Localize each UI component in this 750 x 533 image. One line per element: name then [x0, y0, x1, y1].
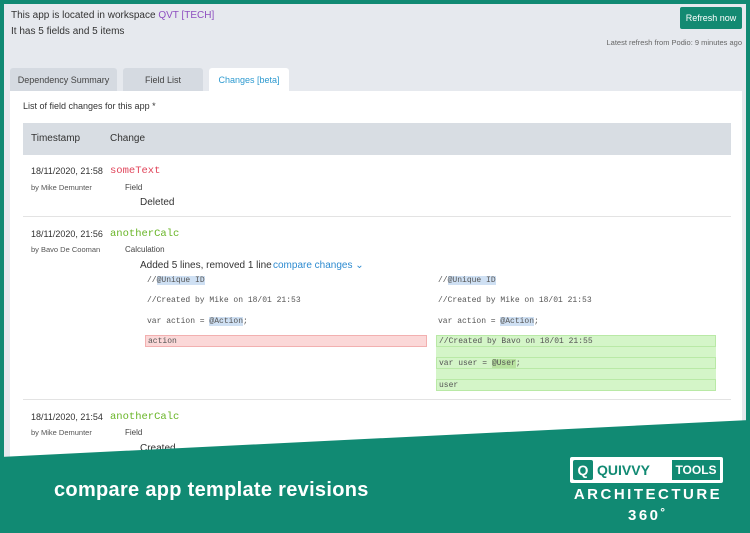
- code-text: var action =: [438, 317, 501, 326]
- added-line: user: [436, 379, 716, 391]
- table-row: 18/11/2020, 21:56 by Bavo De Cooman anot…: [23, 217, 731, 400]
- diff-right-pane: //@Unique ID //Created by Mike on 18/01 …: [436, 273, 718, 397]
- field-type: Calculation: [125, 245, 165, 254]
- compare-changes-link[interactable]: compare changes ⌄: [273, 260, 364, 271]
- row-timestamp: 18/11/2020, 21:56: [31, 229, 103, 239]
- compare-changes-label: compare changes: [273, 260, 353, 271]
- banner-caption: compare app template revisions: [54, 479, 369, 501]
- table-row: 18/11/2020, 21:58 by Mike Demunter someT…: [23, 155, 731, 217]
- workspace-info: This app is located in workspace QVT [TE…: [11, 10, 214, 21]
- code-text: var user =: [439, 359, 492, 368]
- column-header-timestamp: Timestamp: [31, 133, 81, 144]
- logo-tools: TOOLS: [672, 460, 720, 480]
- tab-field-list[interactable]: Field List: [123, 68, 203, 92]
- table-header: Timestamp Change: [23, 123, 731, 155]
- code-line: var action = @Action;: [436, 316, 539, 328]
- top-bar: This app is located in workspace QVT [TE…: [4, 4, 746, 66]
- code-line: //@Unique ID: [436, 275, 496, 287]
- code-token: @User: [491, 359, 516, 368]
- change-action: Created: [140, 443, 176, 454]
- changes-panel: List of field changes for this app * Tim…: [10, 91, 742, 474]
- code-line: //Created by Mike on 18/01 21:53: [438, 296, 592, 305]
- field-type: Field: [125, 428, 143, 437]
- diff-left-pane: //@Unique ID //Created by Mike on 18/01 …: [145, 273, 427, 393]
- added-line: //Created by Bavo on 18/01 21:55: [436, 335, 716, 347]
- row-author: by Mike Demunter: [31, 183, 92, 192]
- row-author: by Bavo De Cooman: [31, 245, 101, 254]
- app-frame: This app is located in workspace QVT [TE…: [4, 4, 746, 474]
- degrees-label: 360˚: [627, 507, 669, 524]
- added-line: var user = @User;: [436, 357, 716, 369]
- tab-changes[interactable]: Changes [beta]: [209, 68, 289, 92]
- code-text: ;: [243, 317, 248, 326]
- workspace-link[interactable]: QVT [TECH]: [158, 10, 214, 21]
- quivvy-logo: Q QUIVVY TOOLS: [570, 457, 723, 483]
- workspace-info-prefix: This app is located in workspace: [11, 10, 156, 21]
- code-text: //: [147, 276, 157, 285]
- architecture-label: ARCHITECTURE: [573, 486, 723, 503]
- row-timestamp: 18/11/2020, 21:58: [31, 166, 103, 176]
- logo-name: QUIVVY: [597, 462, 650, 478]
- panel-title: List of field changes for this app *: [23, 101, 156, 111]
- code-token: @Action: [500, 317, 535, 326]
- change-action: Added 5 lines, removed 1 line: [140, 260, 272, 271]
- code-text: ;: [515, 359, 521, 368]
- row-timestamp: 18/11/2020, 21:54: [31, 412, 103, 422]
- field-type: Field: [125, 183, 143, 192]
- code-token: @Unique ID: [156, 276, 205, 285]
- tab-dependency-summary[interactable]: Dependency Summary: [10, 68, 117, 92]
- code-token: @Action: [209, 317, 244, 326]
- row-author: by Mike Demunter: [31, 428, 92, 437]
- field-name: anotherCalc: [110, 228, 180, 240]
- code-line: //Created by Mike on 18/01 21:53: [147, 296, 301, 305]
- code-token: @Unique ID: [447, 276, 496, 285]
- field-name: someText: [110, 165, 161, 177]
- removed-line: action: [145, 335, 427, 347]
- code-text: //: [438, 276, 448, 285]
- refresh-button[interactable]: Refresh now: [680, 7, 742, 29]
- code-line: var action = @Action;: [145, 316, 248, 328]
- chevron-down-icon: ⌄: [355, 260, 364, 271]
- code-text: var action =: [147, 317, 210, 326]
- column-header-change: Change: [110, 133, 146, 144]
- field-name: anotherCalc: [110, 411, 180, 423]
- quivvy-q-icon: Q: [573, 460, 593, 480]
- fields-info: It has 5 fields and 5 items: [11, 26, 125, 37]
- code-line: //@Unique ID: [145, 275, 205, 287]
- code-text: ;: [534, 317, 539, 326]
- change-action: Deleted: [140, 197, 175, 208]
- latest-refresh-text: Latest refresh from Podio: 9 minutes ago: [606, 38, 743, 47]
